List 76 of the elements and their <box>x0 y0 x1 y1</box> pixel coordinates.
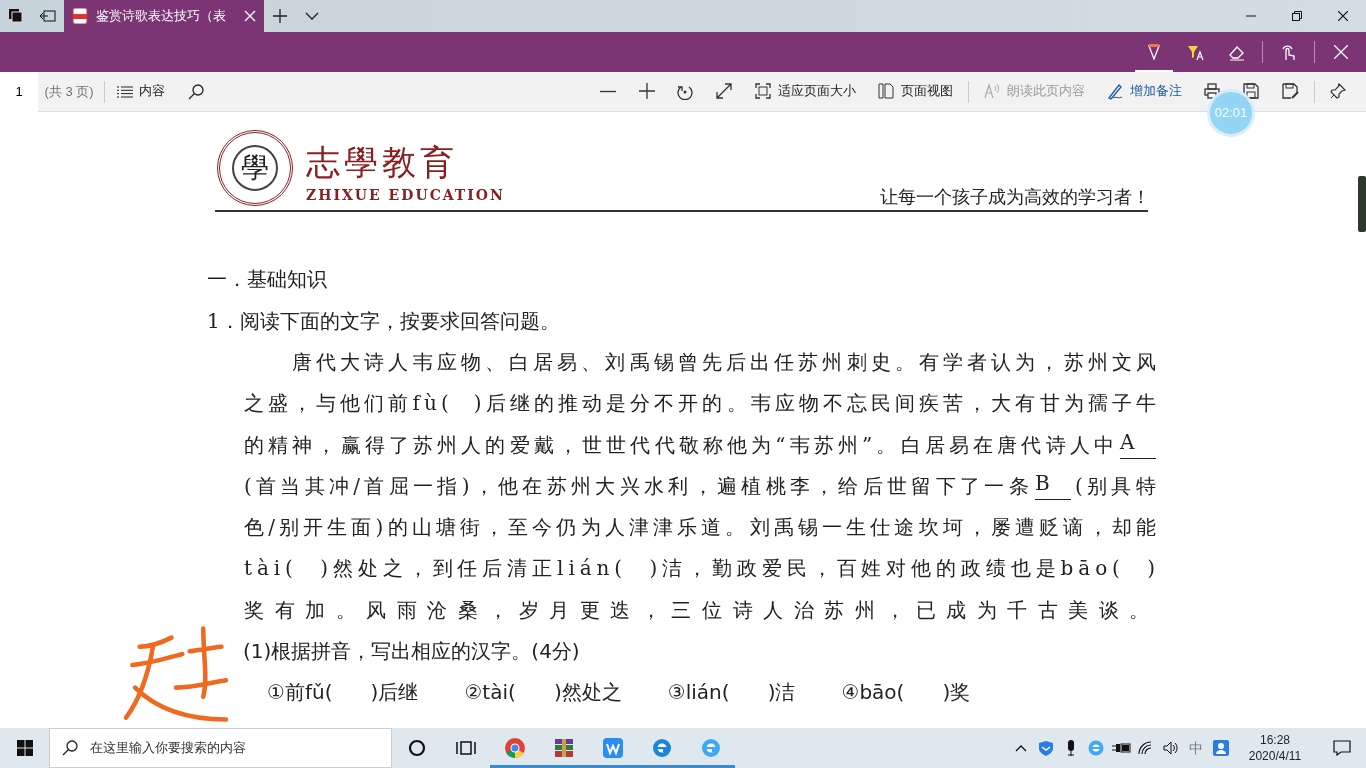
add-note-button[interactable]: 增加备注 <box>1096 71 1193 112</box>
input-method-button[interactable]: 中 <box>1183 728 1208 768</box>
tabs-aside-icon <box>40 10 56 22</box>
pen-icon <box>1107 83 1124 100</box>
clock-date[interactable]: 2020/4/11 <box>1248 748 1302 765</box>
answer-item: ④bāo( )奖 <box>841 679 971 707</box>
taskbar-search-field[interactable]: 在这里输入你要搜索的内容 <box>88 737 379 759</box>
paragraph-text: 的精神，赢得了苏州人的爱戴，世世代代敬称他为“韦苏州”。白居易在唐代诗人中 <box>244 431 1118 459</box>
shield-icon <box>1037 740 1054 756</box>
subquestion-text: (1)根据拼音，写出相应的汉字。(4分) <box>243 638 581 666</box>
pdf-icon <box>72 8 88 24</box>
wps-icon <box>602 738 623 758</box>
contents-button[interactable]: 内容 <box>109 71 174 112</box>
expand-icon <box>716 83 733 100</box>
clock-time[interactable]: 16:28 <box>1260 731 1290 748</box>
wifi-icon <box>1137 741 1154 755</box>
battery-plug-icon <box>1110 741 1131 755</box>
brand-subtitle: ZHIXUE EDUCATION <box>306 186 505 205</box>
scrollbar[interactable] <box>1358 176 1366 232</box>
answer-item: ③lián( )洁 <box>667 679 796 707</box>
paragraph-text: (别具特 <box>1074 472 1160 500</box>
answer-blank: A <box>1120 424 1156 459</box>
list-icon <box>117 85 134 98</box>
slogan: 让每一个孩子成为高效的学习者！ <box>880 185 1150 209</box>
paragraph-text: (首当其冲/首屈一指)，他在苏州大兴水利，遍植桃李，给后世留下了一条 <box>244 472 1033 500</box>
rotate-icon <box>677 83 694 100</box>
pen-icon <box>1145 43 1163 61</box>
highlighter-icon <box>1186 43 1205 61</box>
answer-item: ②tài( )然处之 <box>464 679 622 707</box>
tab-title: 鉴赏诗歌表达技巧（表 <box>96 7 227 26</box>
pin-icon <box>1330 83 1347 100</box>
paragraph-text: tài( )然处之，到任后清正lián( )洁，勤政爱民，百姓对他的政绩也是bāo( ) <box>244 555 1160 583</box>
paragraph-text: 色/别开生面)的山塘街，至今仍为人津津乐道。刘禹锡一生仕途坎坷，屡遭贬谪，却能 <box>244 514 1160 542</box>
windows-icon <box>9 9 23 23</box>
close-icon[interactable] <box>244 10 256 22</box>
stacked-books-icon <box>553 738 574 758</box>
answer-blank: B <box>1034 465 1071 500</box>
search-icon <box>187 83 204 100</box>
browser-tab[interactable]: 鉴赏诗歌表达技巧（表 <box>64 0 264 32</box>
circle-icon <box>406 738 427 758</box>
paragraph-text: 之盛，与他们前fù( )后继的推动是分不开的。韦应物不忘民间疾苦，大有甘为孺子牛 <box>244 390 1160 418</box>
page-icon <box>878 83 895 100</box>
task-view-icon <box>455 738 476 758</box>
brand-name: 志學教育 <box>306 144 459 179</box>
read-aloud-icon <box>984 83 1001 100</box>
minus-icon <box>599 90 616 93</box>
answer-item: ①前fǔ( )后继 <box>267 679 419 707</box>
section-heading: 一．基础知识 <box>207 266 328 293</box>
restore-icon <box>1292 11 1302 21</box>
fit-page-icon <box>755 83 772 100</box>
speaker-icon <box>1162 741 1179 755</box>
paragraph-text: 奖有加。风雨沧桑，岁月更迭，三位诗人治苏州，已成为千古美谈。 <box>244 596 1160 624</box>
plus-icon <box>273 9 287 23</box>
page-count: (共 3 页) <box>43 82 95 101</box>
floppy-pen-icon <box>1282 83 1299 100</box>
paragraph-text: 唐代大诗人韦应物、白居易、刘禹锡曾先后出任苏州刺史。有学者认为，苏州文风 <box>292 349 1160 376</box>
microphone-icon <box>1065 740 1076 756</box>
question-text: 1．阅读下面的文字，按要求回答问题。 <box>207 308 561 335</box>
avatar-icon <box>1212 740 1229 756</box>
close-icon <box>1338 11 1348 21</box>
chevron-up-icon <box>1014 744 1027 752</box>
page-number-field[interactable]: 1 <box>0 71 38 112</box>
page-view-button[interactable]: 页面视图 <box>867 71 964 112</box>
logo-character: 學 <box>232 145 278 191</box>
search-icon <box>62 740 78 756</box>
fit-page-button[interactable]: 适应页面大小 <box>744 71 867 112</box>
e-icon <box>700 738 721 758</box>
chrome-icon <box>504 738 525 758</box>
e-icon <box>1087 740 1104 756</box>
taskbar-search-box[interactable]: 在这里输入你要搜索的内容 <box>49 728 392 768</box>
plus-icon <box>638 83 655 100</box>
speech-bubble-icon <box>1332 740 1351 756</box>
windows-logo-icon <box>16 740 33 756</box>
e-icon <box>651 738 672 758</box>
chevron-down-icon <box>305 12 319 20</box>
close-icon <box>1333 45 1348 59</box>
